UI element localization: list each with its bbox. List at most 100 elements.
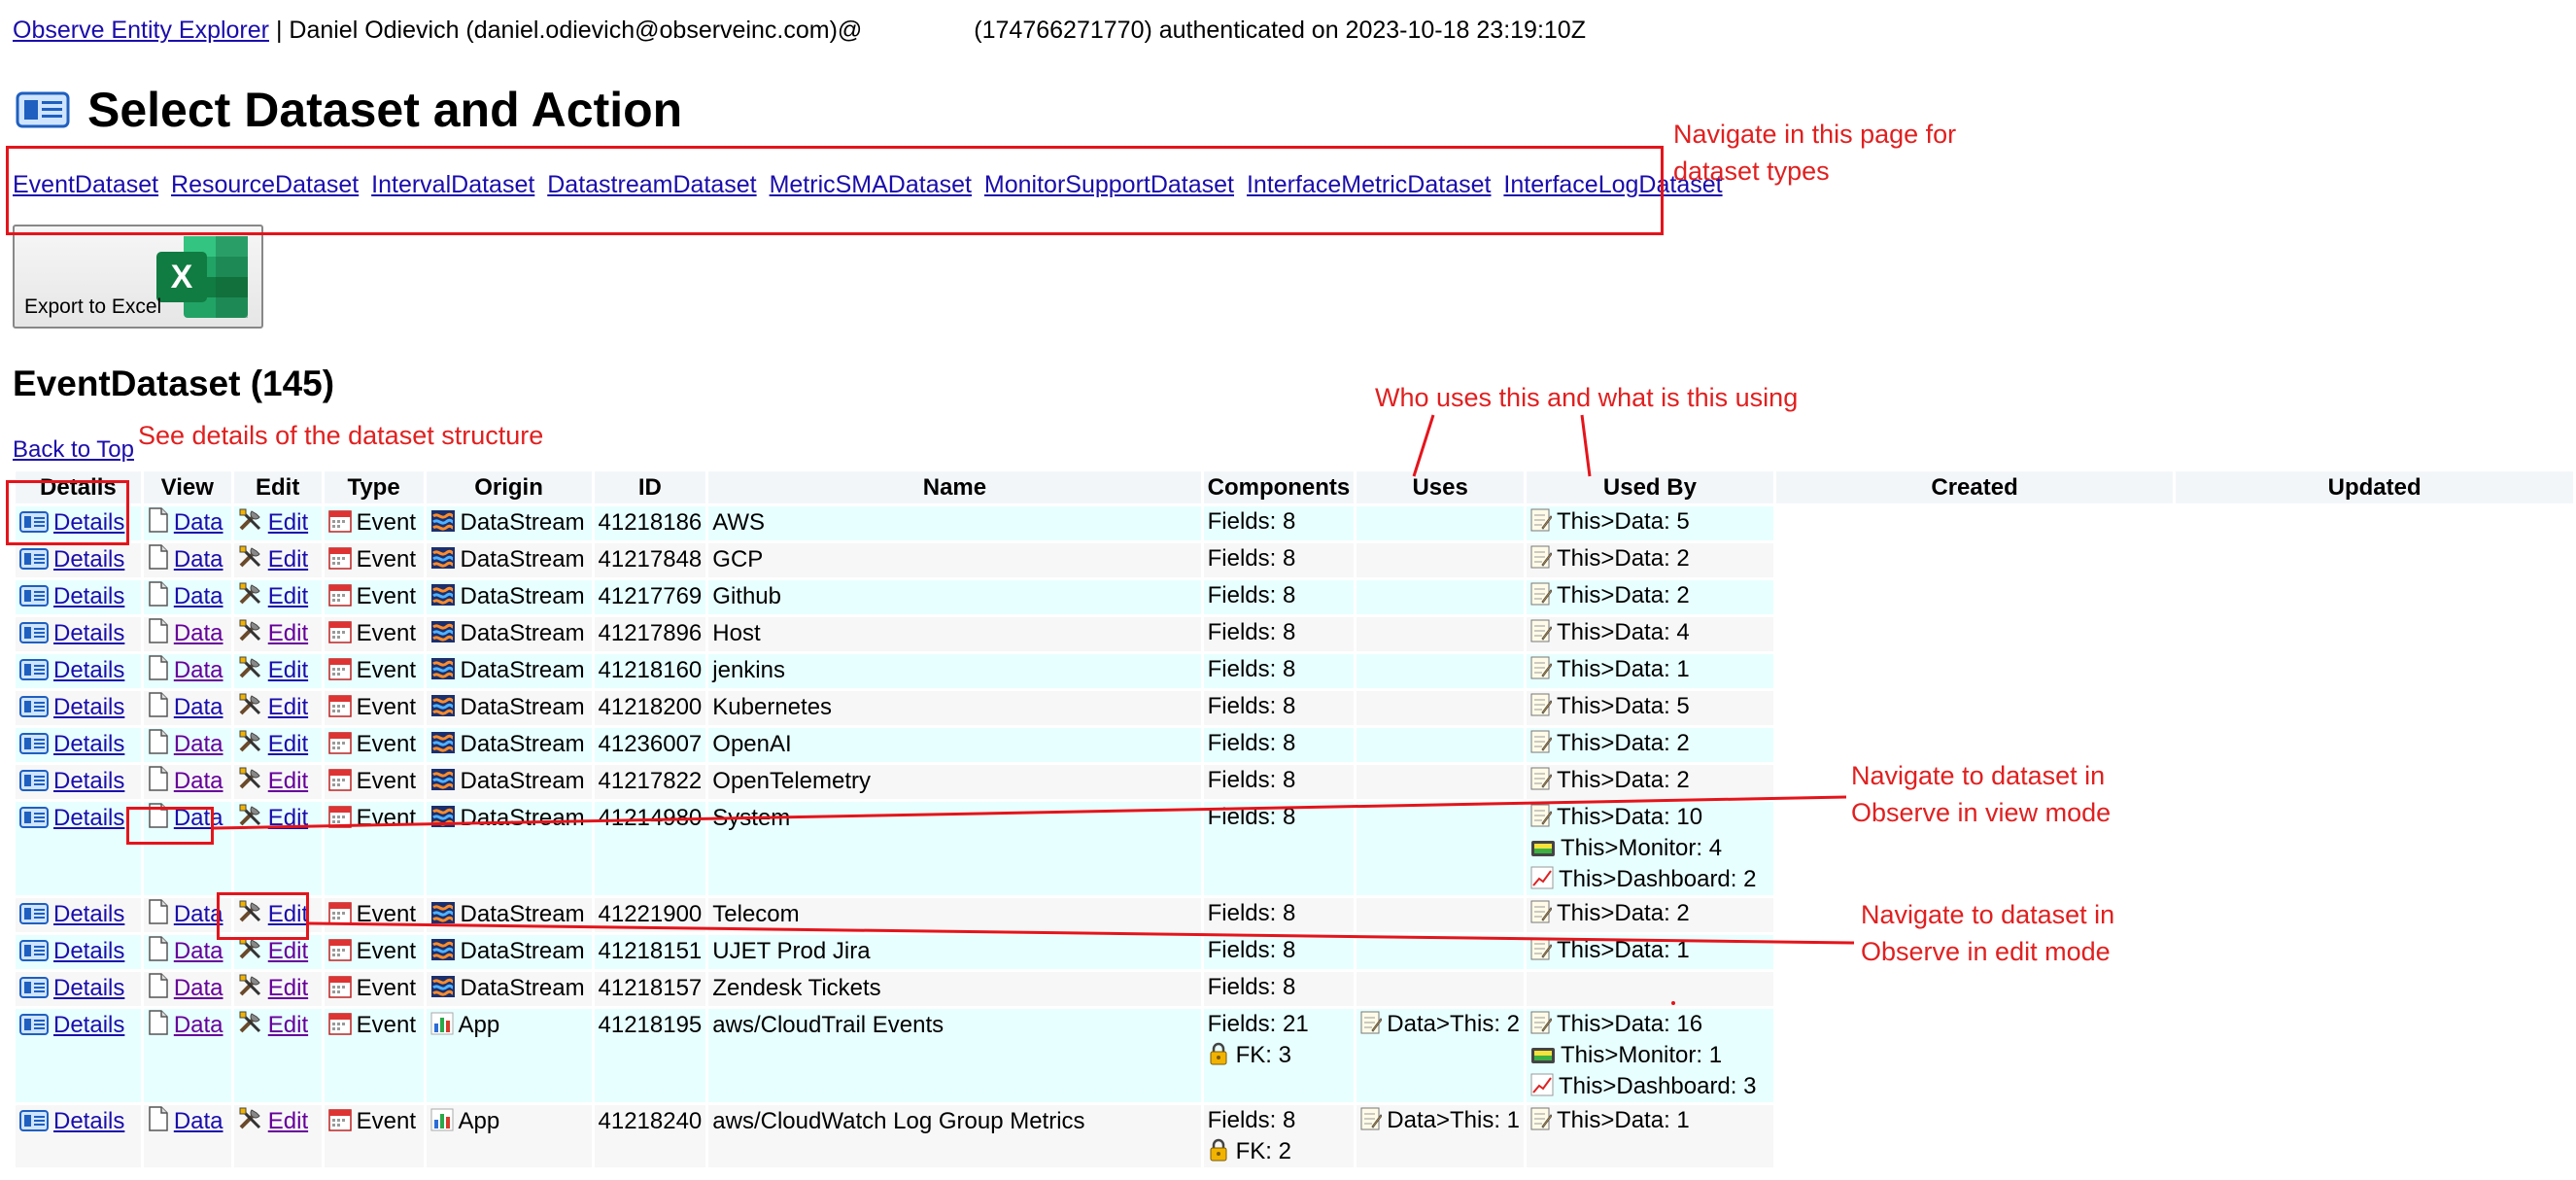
details-link[interactable]: Details	[19, 1108, 124, 1134]
memo-icon	[1360, 1107, 1383, 1130]
edit-link[interactable]: Edit	[238, 974, 308, 1001]
type-link-resourcedataset[interactable]: ResourceDataset	[171, 171, 359, 198]
used-by-item: This>Data: 4	[1530, 617, 1769, 648]
uses-cell	[1357, 935, 1525, 969]
components-cell: Fields: 8 FK: 2	[1203, 1105, 1355, 1167]
details-link[interactable]: Details	[19, 805, 124, 831]
details-cell: Details	[16, 1105, 141, 1167]
id-cell: 41218151	[594, 935, 706, 969]
edit-link[interactable]: Edit	[238, 937, 308, 964]
view-data-link[interactable]: Data	[148, 899, 223, 927]
uses-cell	[1357, 898, 1525, 932]
edit-link[interactable]: Edit	[238, 1107, 308, 1134]
details-link[interactable]: Details	[19, 546, 124, 573]
edit-link[interactable]: Edit	[238, 508, 308, 536]
annotation-edit-mode: Navigate to dataset in Observe in edit mo…	[1861, 896, 2114, 970]
origin-label: DataStream	[460, 768, 585, 794]
type-label: Event	[356, 1108, 416, 1134]
used-by-cell: This>Data: 1	[1527, 1105, 1773, 1167]
edit-link[interactable]: Edit	[238, 545, 308, 573]
event-calendar-icon	[327, 621, 352, 643]
component-item: Fields: 8	[1207, 582, 1296, 608]
edit-link[interactable]: Edit	[238, 767, 308, 794]
view-data-link[interactable]: Data	[148, 729, 223, 757]
event-calendar-icon	[327, 976, 352, 998]
id-cell: 41218200	[594, 691, 706, 725]
app-home-link[interactable]: Observe Entity Explorer	[13, 17, 269, 44]
details-link[interactable]: Details	[19, 583, 124, 609]
details-link[interactable]: Details	[19, 938, 124, 964]
edit-link[interactable]: Edit	[238, 582, 308, 609]
view-data-link[interactable]: Data	[148, 973, 223, 1001]
tools-icon	[239, 656, 260, 678]
used-by-item: This>Data: 2	[1530, 543, 1769, 574]
type-link-metricsmadataset[interactable]: MetricSMADataset	[770, 171, 972, 198]
details-link[interactable]: Details	[19, 1012, 124, 1038]
annotation-line: Observe in view mode	[1851, 798, 2112, 827]
type-link-datastreamdataset[interactable]: DatastreamDataset	[547, 171, 756, 198]
edit-link[interactable]: Edit	[238, 804, 308, 831]
tools-icon	[239, 767, 260, 789]
edit-link[interactable]: Edit	[238, 900, 308, 927]
used-by-cell: This>Data: 4	[1527, 617, 1773, 651]
edit-link[interactable]: Edit	[238, 730, 308, 757]
edit-link[interactable]: Edit	[238, 619, 308, 646]
view-data-link[interactable]: Data	[148, 581, 223, 609]
view-data-link[interactable]: Data	[148, 618, 223, 646]
view-data-link[interactable]: Data	[148, 803, 223, 831]
details-link[interactable]: Details	[19, 694, 124, 720]
view-data-link[interactable]: Data	[148, 766, 223, 794]
type-link-interfacemetricdataset[interactable]: InterfaceMetricDataset	[1247, 171, 1492, 198]
table-row: Details Data Edit Event DataStream 41218160 je…	[16, 654, 2573, 688]
view-data-link[interactable]: Data	[148, 544, 223, 573]
details-link[interactable]: Details	[19, 975, 124, 1001]
back-to-top-link[interactable]: Back to Top	[13, 436, 134, 464]
memo-icon	[1530, 804, 1553, 827]
tools-icon	[239, 974, 260, 996]
view-data-link[interactable]: Data	[148, 936, 223, 964]
components-cell: Fields: 8	[1203, 898, 1355, 932]
type-link-intervaldataset[interactable]: IntervalDataset	[371, 171, 534, 198]
section-title: EventDataset (145)	[13, 364, 335, 403]
origin-label: DataStream	[460, 805, 585, 831]
type-label: Event	[356, 731, 416, 757]
table-row: Details Data Edit Event DataStream 41217896 Ho…	[16, 617, 2573, 651]
used-by-cell: This>Data: 2	[1527, 898, 1773, 932]
edit-link[interactable]: Edit	[238, 656, 308, 683]
details-link[interactable]: Details	[19, 620, 124, 646]
dataset-type-nav: EventDataset ResourceDataset IntervalDat…	[13, 171, 1729, 199]
view-data-link[interactable]: Data	[148, 1010, 223, 1038]
origin-cell: App	[426, 1105, 592, 1167]
type-link-monitorsupportdataset[interactable]: MonitorSupportDataset	[984, 171, 1234, 198]
edit-cell: Edit	[233, 802, 322, 895]
details-link[interactable]: Details	[19, 509, 124, 536]
used-by-item: This>Data: 16	[1530, 1009, 1769, 1040]
edit-link[interactable]: Edit	[238, 1011, 308, 1038]
updated-cell	[2176, 898, 2573, 932]
view-data-link[interactable]: Data	[148, 692, 223, 720]
name-cell: System	[708, 802, 1201, 895]
tools-icon	[239, 1011, 260, 1033]
export-to-excel-button[interactable]: X Export to Excel	[13, 225, 263, 329]
components-cell: Fields: 8	[1203, 617, 1355, 651]
view-data-link[interactable]: Data	[148, 655, 223, 683]
datastream-icon	[430, 939, 455, 960]
details-link[interactable]: Details	[19, 901, 124, 927]
view-data-link[interactable]: Data	[148, 507, 223, 536]
type-label: Event	[356, 768, 416, 794]
name-cell: jenkins	[708, 654, 1201, 688]
used-by-cell: This>Data: 5	[1527, 691, 1773, 725]
created-cell	[1775, 617, 2174, 651]
details-link[interactable]: Details	[19, 768, 124, 794]
type-cell: Event	[324, 1009, 424, 1102]
details-link[interactable]: Details	[19, 657, 124, 683]
type-link-eventdataset[interactable]: EventDataset	[13, 171, 158, 198]
edit-link[interactable]: Edit	[238, 693, 308, 720]
uses-cell	[1357, 543, 1525, 577]
name-cell: aws/CloudTrail Events	[708, 1009, 1201, 1102]
view-data-link[interactable]: Data	[148, 1106, 223, 1134]
datastream-icon	[430, 769, 455, 790]
details-cell: Details	[16, 580, 141, 614]
details-link[interactable]: Details	[19, 731, 124, 757]
type-cell: Event	[324, 802, 424, 895]
